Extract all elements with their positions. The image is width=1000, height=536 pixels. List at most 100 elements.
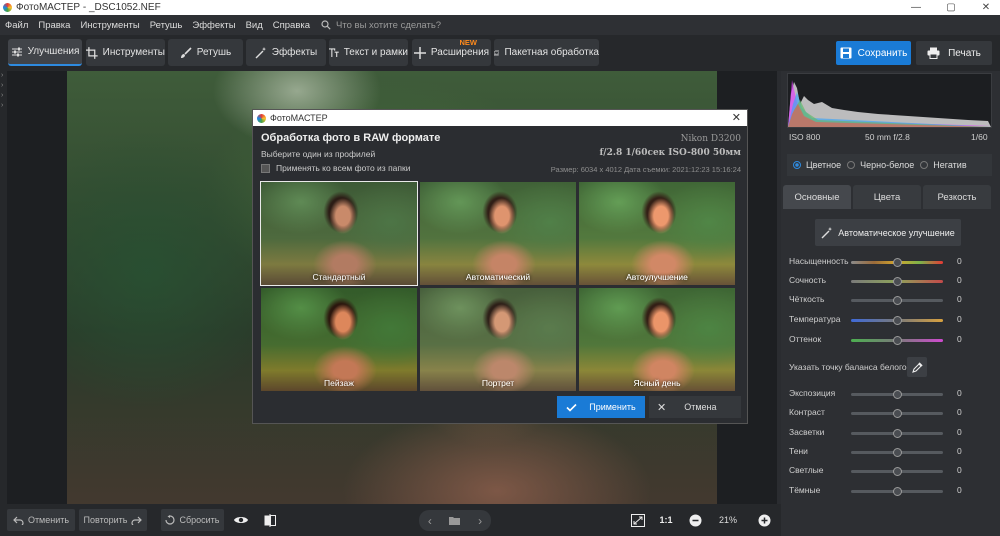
dialog-title: ФотоМАСТЕР (270, 113, 328, 123)
plus-icon (413, 46, 426, 59)
tab-basic[interactable]: Основные (783, 185, 851, 209)
slider-knob[interactable] (893, 467, 902, 476)
slider-knob[interactable] (893, 448, 902, 457)
slider-knob[interactable] (893, 277, 902, 286)
tab-effects[interactable]: Эффекты (246, 39, 326, 66)
menu-file[interactable]: Файл (0, 20, 33, 31)
profile-standard[interactable]: Стандартный (260, 181, 418, 286)
histogram-graph (788, 80, 991, 127)
slider-whites[interactable]: Светлые 0 (787, 464, 992, 478)
preview-toggle-button[interactable] (231, 509, 251, 531)
checkmark-icon (566, 403, 577, 412)
profile-auto-enhance[interactable]: Автоулучшение (579, 182, 735, 285)
print-button[interactable]: Печать (916, 41, 992, 65)
floppy-disk-icon (840, 47, 852, 59)
undo-button[interactable]: Отменить (7, 509, 75, 531)
window-title: ФотоМАСТЕР - _DSC1052.NEF (16, 2, 161, 13)
menu-edit[interactable]: Правка (33, 20, 75, 31)
slider-blacks[interactable]: Тёмные 0 (787, 484, 992, 498)
search-box[interactable]: Что вы хотите сделать? (321, 20, 441, 31)
profile-portrait[interactable]: Портрет (420, 288, 576, 391)
fit-screen-button[interactable] (628, 509, 648, 531)
tab-tools[interactable]: Инструменты (86, 39, 165, 66)
reset-button[interactable]: Сбросить (161, 509, 224, 531)
auto-enhance-button[interactable]: Автоматическое улучшение (815, 219, 961, 246)
slider-temperature[interactable]: Температура 0 (787, 313, 992, 327)
cancel-button[interactable]: ✕ Отмена (649, 396, 741, 418)
slider-vibrance[interactable]: Сочность 0 (787, 274, 992, 288)
chevron-left-icon[interactable]: ‹ (428, 514, 432, 528)
folder-icon[interactable] (449, 516, 461, 525)
slider-knob[interactable] (893, 258, 902, 267)
menu-effects[interactable]: Эффекты (187, 20, 240, 31)
compare-button[interactable] (260, 509, 280, 531)
slider-knob[interactable] (893, 390, 902, 399)
zoom-level: 21% (718, 515, 737, 525)
slider-knob[interactable] (893, 429, 902, 438)
actual-size-button[interactable]: 1:1 (655, 509, 677, 531)
tab-enhancements[interactable]: Улучшения (8, 39, 82, 66)
radio-negative[interactable] (920, 161, 929, 169)
zoom-in-button[interactable] (754, 509, 774, 531)
chevron-right-icon: › (1, 92, 4, 99)
slider-knob[interactable] (893, 409, 902, 418)
zoom-out-button[interactable] (685, 509, 705, 531)
apply-button[interactable]: Применить (557, 396, 645, 418)
slider-knob[interactable] (893, 487, 902, 496)
histogram (787, 73, 992, 128)
save-button[interactable]: Сохранить (836, 41, 911, 65)
profile-landscape[interactable]: Пейзаж (261, 288, 417, 391)
tab-colors[interactable]: Цвета (853, 185, 921, 209)
slider-tint[interactable]: Оттенок 0 (787, 333, 992, 347)
eyedropper-button[interactable] (907, 357, 927, 377)
menu-view[interactable]: Вид (241, 20, 268, 31)
apply-all-checkbox[interactable]: Применять ко всем фото из папки (261, 163, 410, 173)
chevron-right-icon[interactable]: › (478, 514, 482, 528)
tab-retouch[interactable]: Ретушь (168, 39, 243, 66)
slider-knob[interactable] (893, 336, 902, 345)
menu-help[interactable]: Справка (268, 20, 315, 31)
slider-exposure[interactable]: Экспозиция 0 (787, 387, 992, 401)
menu-tools[interactable]: Инструменты (75, 20, 144, 31)
slider-contrast[interactable]: Контраст 0 (787, 406, 992, 420)
minus-circle-icon (689, 514, 701, 526)
radio-color[interactable] (793, 161, 801, 169)
plus-circle-icon (758, 514, 770, 526)
close-window-button[interactable]: ✕ (975, 0, 997, 15)
maximize-button[interactable]: ▢ (940, 0, 962, 15)
title-bar: ФотоМАСТЕР - _DSC1052.NEF (0, 0, 1000, 15)
menu-bar: Файл Правка Инструменты Ретушь Эффекты В… (0, 15, 1000, 35)
slider-saturation[interactable]: Насыщенность 0 (787, 255, 992, 269)
text-icon (329, 47, 339, 57)
left-collapse-strip[interactable]: › › › › (0, 71, 7, 504)
profile-clear-day[interactable]: Ясный день (579, 288, 735, 391)
histogram-info: ISO 800 50 mm f/2.8 1/60 (787, 130, 992, 145)
app-logo-icon (3, 3, 12, 12)
tab-text-frames[interactable]: Текст и рамки (329, 39, 408, 66)
new-badge: NEW (459, 38, 478, 47)
search-icon (321, 20, 331, 30)
slider-shadows[interactable]: Тени 0 (787, 445, 992, 459)
shutter-value: 1/60 (971, 132, 988, 142)
slider-highlights[interactable]: Засветки 0 (787, 426, 992, 440)
tab-sharpness[interactable]: Резкость (923, 185, 991, 209)
tab-extensions[interactable]: NEW Расширения (412, 38, 491, 66)
checkbox-box[interactable] (261, 163, 270, 173)
fit-screen-icon (631, 513, 645, 527)
iso-value: ISO 800 (789, 132, 821, 142)
slider-clarity[interactable]: Чёткость 0 (787, 293, 992, 307)
color-mode-selector: Цветное Черно-белое Негатив (787, 154, 992, 176)
dialog-title-bar: ФотоМАСТЕР ✕ (253, 110, 747, 126)
radio-bw[interactable] (847, 161, 856, 169)
right-panel: ISO 800 50 mm f/2.8 1/60 Цветное Черно-б… (781, 71, 1000, 536)
image-meta: Размер: 6034 x 4012 Дата съемки: 2021:12… (550, 165, 741, 174)
slider-knob[interactable] (893, 296, 902, 305)
minimize-button[interactable]: — (905, 0, 927, 15)
dialog-close-icon[interactable]: ✕ (732, 111, 741, 124)
tab-batch-processing[interactable]: Пакетная обработка (494, 39, 599, 66)
menu-retouch[interactable]: Ретушь (145, 20, 188, 31)
profile-automatic[interactable]: Автоматический (420, 182, 576, 285)
sliders-icon (11, 47, 22, 56)
redo-button[interactable]: Повторить (79, 509, 147, 531)
slider-knob[interactable] (893, 316, 902, 325)
